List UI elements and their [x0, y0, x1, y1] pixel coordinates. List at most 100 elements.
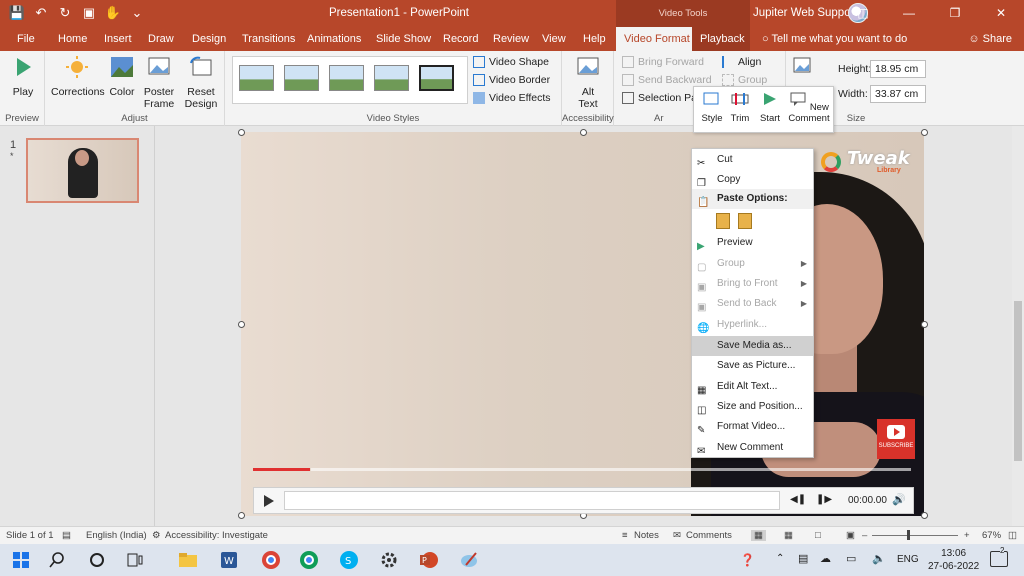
menu-item-format-video[interactable]: ✎ Format Video... — [692, 417, 813, 437]
tab-animations[interactable]: Animations — [299, 27, 369, 51]
redo-icon[interactable]: ↻ — [56, 4, 74, 22]
paste-keep-icon[interactable] — [716, 213, 730, 229]
accessibility-icon[interactable]: ⚙ — [152, 530, 161, 541]
menu-item-preview[interactable]: ▶ Preview — [692, 233, 813, 253]
resize-handle[interactable] — [238, 129, 245, 136]
notes-button[interactable]: Notes — [634, 530, 659, 541]
tab-slide-show[interactable]: Slide Show — [368, 27, 439, 51]
fit-slide-icon[interactable]: ◫ — [1008, 530, 1017, 541]
input-language[interactable]: ENG — [897, 554, 919, 565]
mini-style-button[interactable]: Style — [700, 91, 724, 124]
settings-gear-icon[interactable] — [378, 549, 400, 571]
tab-draw[interactable]: Draw — [140, 27, 182, 51]
save-icon[interactable]: 💾 — [8, 4, 26, 22]
network-icon[interactable]: ▤ — [798, 552, 808, 565]
undo-icon[interactable]: ↶ — [32, 4, 50, 22]
system-clock[interactable]: 13:06 27-06-2022 — [928, 547, 979, 573]
reading-view-icon[interactable]: □ — [815, 530, 821, 541]
corrections-button[interactable]: Corrections — [51, 55, 105, 98]
skype-icon[interactable]: S — [338, 549, 360, 571]
speaker-icon[interactable]: 🔈 — [872, 552, 886, 565]
mini-trim-button[interactable]: Trim — [728, 91, 752, 124]
comments-icon[interactable]: ✉ — [673, 530, 681, 541]
customize-qat-icon[interactable]: ⌄ — [128, 4, 146, 22]
style-thumb[interactable] — [329, 65, 364, 91]
tell-me-search[interactable]: ○ Tell me what you want to do — [762, 27, 907, 51]
search-icon[interactable] — [48, 549, 70, 571]
menu-item-copy[interactable]: ❐ Copy — [692, 170, 813, 190]
height-field[interactable]: 18.95 cm — [870, 60, 926, 78]
width-field[interactable]: 33.87 cm — [870, 85, 926, 103]
ribbon-display-icon[interactable]: ◫ — [840, 0, 886, 27]
tab-video-format[interactable]: Video Format — [616, 27, 692, 51]
bring-forward-button[interactable]: Bring Forward — [622, 56, 704, 68]
alt-text-button[interactable]: Alt Text — [572, 55, 604, 110]
tab-record[interactable]: Record — [435, 27, 486, 51]
menu-item-new-comment[interactable]: ✉ New Comment — [692, 438, 813, 458]
resize-handle[interactable] — [921, 512, 928, 519]
cortana-icon[interactable] — [86, 549, 108, 571]
crop-icon[interactable] — [792, 56, 814, 78]
chrome-profile-icon[interactable] — [298, 549, 320, 571]
tab-review[interactable]: Review — [485, 27, 537, 51]
zoom-level[interactable]: 67% — [982, 530, 1001, 541]
restore-icon[interactable]: ❐ — [932, 0, 978, 27]
presenter-icon[interactable]: ▣ — [80, 4, 98, 22]
normal-view-icon[interactable]: ▦ — [751, 530, 766, 541]
menu-item-bring-to-front[interactable]: ▣ Bring to Front ▶ — [692, 274, 813, 294]
resize-handle[interactable] — [238, 321, 245, 328]
zoom-in-icon[interactable]: + — [964, 530, 970, 541]
tray-chevron-icon[interactable]: ⌃ — [776, 553, 784, 564]
media-play-button[interactable] — [260, 493, 276, 509]
resize-handle[interactable] — [921, 321, 928, 328]
tab-file[interactable]: File — [9, 27, 43, 51]
powerpoint-icon[interactable]: P — [418, 549, 440, 571]
send-backward-button[interactable]: Send Backward — [622, 74, 712, 86]
close-icon[interactable]: ✕ — [978, 0, 1024, 27]
mini-new-comment-button[interactable]: New Comment — [788, 91, 830, 124]
battery-icon[interactable]: ▭ — [846, 552, 856, 565]
spelling-icon[interactable]: ▤ — [62, 530, 71, 541]
skip-back-icon[interactable]: ◀❚ — [790, 494, 806, 505]
menu-item-edit-alt-text[interactable]: ▦ Edit Alt Text... — [692, 377, 813, 397]
menu-item-save-media-as[interactable]: Save Media as... — [692, 336, 813, 356]
volume-icon[interactable]: 🔊 — [892, 493, 906, 506]
poster-frame-button[interactable]: Poster Frame — [141, 55, 177, 110]
language-status[interactable]: English (India) — [86, 530, 147, 541]
zoom-slider[interactable] — [872, 535, 958, 536]
style-thumb[interactable] — [239, 65, 274, 91]
style-thumb[interactable] — [374, 65, 409, 91]
windows-start-icon[interactable] — [10, 549, 32, 571]
video-effects-button[interactable]: Video Effects — [473, 92, 551, 104]
task-view-icon[interactable] — [124, 549, 146, 571]
help-icon[interactable]: ❓ — [740, 553, 755, 567]
slideshow-view-icon[interactable]: ▣ — [846, 530, 855, 541]
video-styles-gallery[interactable] — [232, 56, 468, 104]
menu-item-save-as-picture[interactable]: Save as Picture... — [692, 356, 813, 376]
menu-item-group[interactable]: ▢ Group ▶ — [692, 254, 813, 274]
share-button[interactable]: ☺ Share — [968, 27, 1012, 51]
tab-insert[interactable]: Insert — [96, 27, 140, 51]
zoom-out-icon[interactable]: – — [862, 530, 867, 541]
scrollbar-thumb[interactable] — [1014, 301, 1022, 461]
media-timeline[interactable] — [284, 491, 780, 510]
paste-picture-icon[interactable] — [738, 213, 752, 229]
tab-home[interactable]: Home — [50, 27, 95, 51]
word-icon[interactable]: W — [218, 549, 240, 571]
file-explorer-icon[interactable] — [177, 549, 199, 571]
chrome-icon[interactable] — [260, 549, 282, 571]
video-shape-button[interactable]: Video Shape — [473, 56, 549, 68]
menu-item-size-and-position[interactable]: ◫ Size and Position... — [692, 397, 813, 417]
tab-design[interactable]: Design — [184, 27, 234, 51]
zoom-slider-knob[interactable] — [907, 530, 910, 540]
style-thumb[interactable] — [284, 65, 319, 91]
reset-design-button[interactable]: Reset Design — [181, 55, 221, 110]
tab-view[interactable]: View — [534, 27, 574, 51]
minimize-icon[interactable]: — — [886, 0, 932, 27]
notes-icon[interactable]: ≡ — [622, 530, 628, 541]
vertical-scrollbar[interactable] — [1012, 126, 1024, 526]
slide-thumbnail[interactable] — [26, 138, 139, 203]
tab-playback[interactable]: Playback — [692, 27, 750, 51]
touch-mode-icon[interactable]: ✋ — [104, 4, 122, 22]
notification-center-icon[interactable]: 2 — [990, 546, 1008, 567]
